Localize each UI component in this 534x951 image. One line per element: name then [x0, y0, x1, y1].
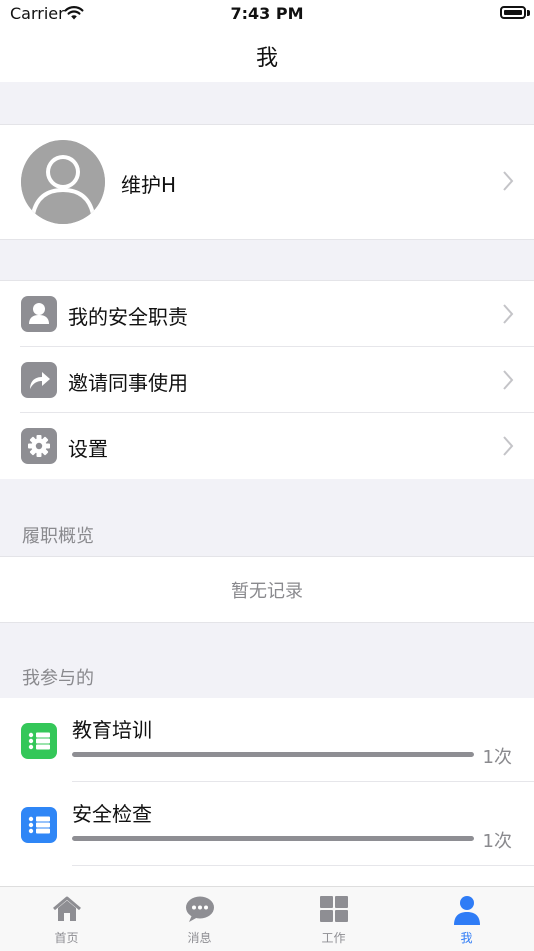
share-arrow-icon: [21, 362, 57, 398]
person-icon: [21, 296, 57, 332]
menu-item-settings[interactable]: 设置: [0, 413, 534, 479]
menu-item-safety-duties[interactable]: 我的安全职责: [0, 281, 534, 347]
menu-item-invite[interactable]: 邀请同事使用: [0, 347, 534, 413]
list-icon: [21, 807, 57, 843]
section-header-performance: 履职概览: [22, 526, 94, 547]
tab-work[interactable]: 工作: [267, 887, 400, 951]
participation-item-training[interactable]: 教育培训 1次: [0, 698, 534, 782]
section-header-participation: 我参与的: [22, 668, 94, 689]
tab-home[interactable]: 首页: [0, 887, 133, 951]
menu-item-label: 设置: [68, 437, 108, 461]
profile-row[interactable]: 维护H: [0, 124, 534, 240]
empty-state-text: 暂无记录: [231, 581, 303, 602]
participation-item-inspection[interactable]: 安全检查 1次: [0, 782, 534, 866]
status-bar: Carrier 7:43 PM: [0, 0, 534, 28]
tab-label: 消息: [187, 931, 212, 945]
progress-bar: [72, 836, 474, 841]
participation-count: 1次: [482, 747, 512, 768]
tab-label: 工作: [321, 931, 346, 945]
progress-fill: [72, 836, 474, 841]
participation-item-title: 安全检查: [72, 802, 152, 826]
default-avatar-icon: [21, 140, 105, 224]
settings-menu: 我的安全职责 邀请同事使用 设置: [0, 280, 534, 479]
chevron-right-icon: [502, 303, 514, 329]
progress-fill: [72, 752, 474, 757]
chat-icon: [184, 895, 216, 927]
tab-label: 首页: [54, 931, 79, 945]
grid-icon: [318, 895, 350, 927]
performance-empty-state: 暂无记录: [0, 556, 534, 623]
chevron-right-icon: [502, 435, 514, 461]
tab-bar: 首页 消息 工作 我: [0, 886, 534, 951]
progress-bar: [72, 752, 474, 757]
tab-messages[interactable]: 消息: [133, 887, 266, 951]
battery-tip: [527, 10, 530, 16]
participation-list: 教育培训 1次 安全检查 1次: [0, 698, 534, 886]
tab-me[interactable]: 我: [400, 887, 533, 951]
chevron-right-icon: [502, 170, 514, 196]
battery-icon: [500, 6, 526, 19]
chevron-right-icon: [502, 369, 514, 395]
gear-icon: [21, 428, 57, 464]
menu-item-label: 邀请同事使用: [68, 371, 188, 395]
profile-name: 维护H: [121, 173, 177, 197]
home-icon: [51, 895, 83, 927]
participation-item-title: 教育培训: [72, 718, 152, 742]
page-title: 我: [255, 46, 278, 71]
user-icon: [451, 895, 483, 929]
avatar: [21, 140, 105, 224]
navigation-bar: 我: [0, 28, 534, 82]
list-icon: [21, 723, 57, 759]
clock: 7:43 PM: [230, 4, 304, 23]
row-divider: [72, 865, 534, 866]
tab-label: 我: [460, 931, 473, 945]
menu-item-label: 我的安全职责: [68, 305, 188, 329]
participation-count: 1次: [482, 831, 512, 852]
